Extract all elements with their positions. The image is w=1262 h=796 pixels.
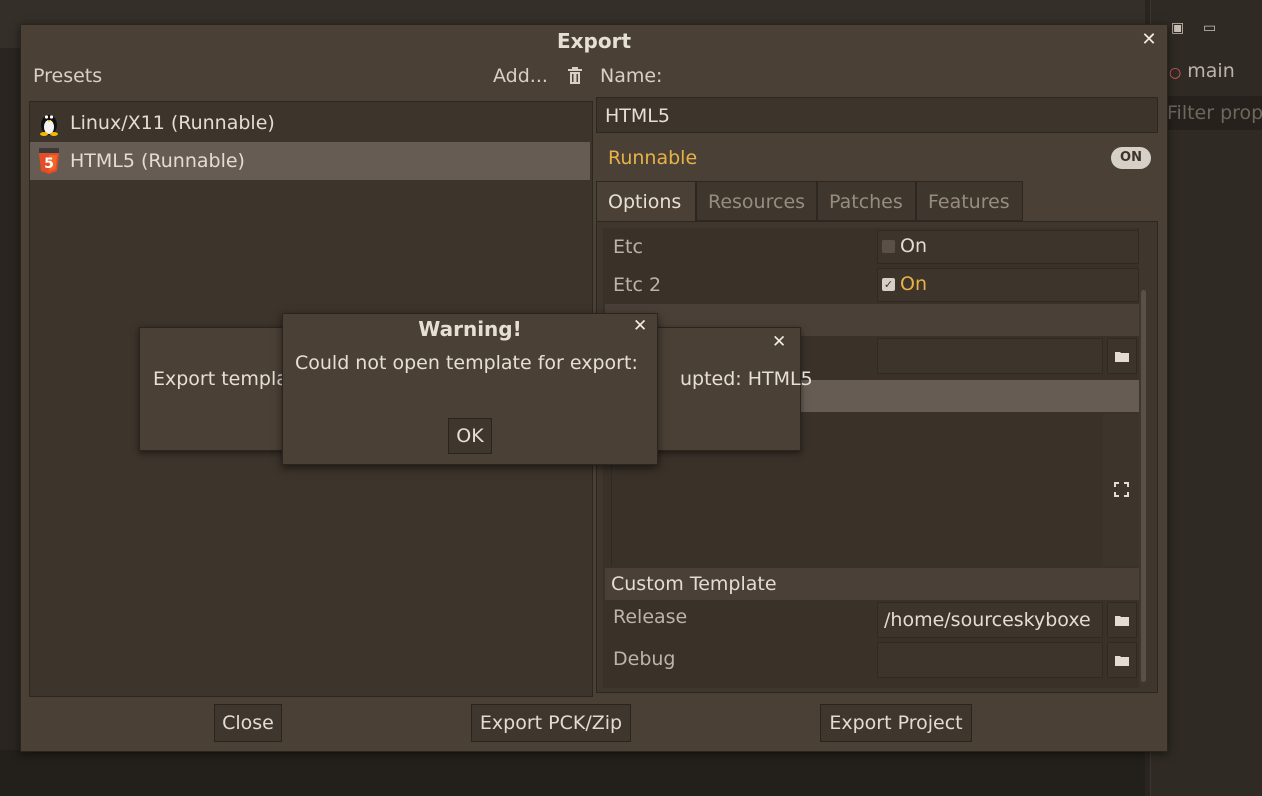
inspector-tab-main[interactable]: ○ main [1169,60,1235,82]
folder-icon [1115,352,1129,362]
warning-dialog: Warning! ✕ Could not open template for e… [282,313,658,465]
popup-text-left: Export templa [153,368,288,390]
html5-icon: 5 [39,148,59,174]
close-button[interactable]: Close [214,704,282,742]
warning-title: Warning! [418,317,522,341]
close-icon[interactable]: ✕ [772,332,786,352]
preset-label: Linux/X11 (Runnable) [70,112,275,134]
runnable-label: Runnable [608,147,698,169]
export-project-button[interactable]: Export Project [820,704,972,742]
circle-icon: ○ [1169,65,1182,81]
trash-icon[interactable] [567,67,583,85]
name-label: Name: [600,65,663,87]
runnable-toggle[interactable]: ON [1111,147,1151,169]
preset-item-linux[interactable]: Linux/X11 (Runnable) [30,104,590,142]
preset-label: HTML5 (Runnable) [70,150,245,172]
checkbox-checked-icon: ✓ [882,278,895,291]
filter-properties-input[interactable]: Filter prop [1163,96,1262,130]
folder-icon[interactable]: ▭ [1203,20,1216,36]
svg-text:5: 5 [44,156,54,172]
release-label: Release [613,606,688,628]
editor-bottom-area [0,750,1145,796]
debug-folder-button[interactable] [1107,642,1137,678]
etc2-label: Etc 2 [613,274,662,296]
folder-button[interactable] [1107,338,1137,374]
new-scene-icon[interactable]: ▣ [1171,20,1184,36]
etc2-value: On [900,273,927,295]
tab-patches[interactable]: Patches [817,181,916,221]
close-icon[interactable]: ✕ [633,316,647,336]
folder-icon [1115,616,1129,626]
tab-options[interactable]: Options [596,181,696,221]
checkbox-unchecked-icon [882,240,895,253]
expand-icon[interactable] [1114,482,1129,497]
popup-text-right: upted: HTML5 [680,368,813,390]
linux-icon [40,115,58,136]
etc-label: Etc [613,236,643,258]
options-panel: Etc On Etc 2 ✓ On Custom Template Releas… [596,221,1158,693]
add-preset-button[interactable]: Add... [493,65,548,87]
ok-button[interactable]: OK [448,418,492,454]
preset-item-html5[interactable]: 5 HTML5 (Runnable) [30,142,590,180]
close-icon[interactable]: ✕ [1137,28,1161,52]
path-field[interactable] [877,338,1103,374]
release-path-input[interactable]: /home/sourceskyboxe [877,602,1103,638]
dialog-title: Export [556,29,632,53]
release-folder-button[interactable] [1107,602,1137,638]
options-list: Etc On Etc 2 ✓ On Custom Template Releas… [603,228,1139,688]
etc2-checkbox-field[interactable]: ✓ On [877,268,1139,302]
folder-icon [1115,656,1129,666]
warning-message: Could not open template for export: [295,352,638,374]
expand-area [1103,414,1139,566]
options-scrollbar[interactable] [1141,290,1146,682]
etc-value: On [900,235,927,257]
name-input[interactable]: HTML5 [596,97,1158,133]
editor-ruler [0,50,20,796]
presets-label: Presets [33,65,103,87]
tab-resources[interactable]: Resources [696,181,817,221]
debug-label: Debug [613,648,676,670]
debug-path-input[interactable] [877,642,1103,678]
custom-template-section: Custom Template [605,568,1139,600]
etc-checkbox-field[interactable]: On [877,230,1139,264]
export-pck-zip-button[interactable]: Export PCK/Zip [471,704,631,742]
tab-features[interactable]: Features [916,181,1023,221]
